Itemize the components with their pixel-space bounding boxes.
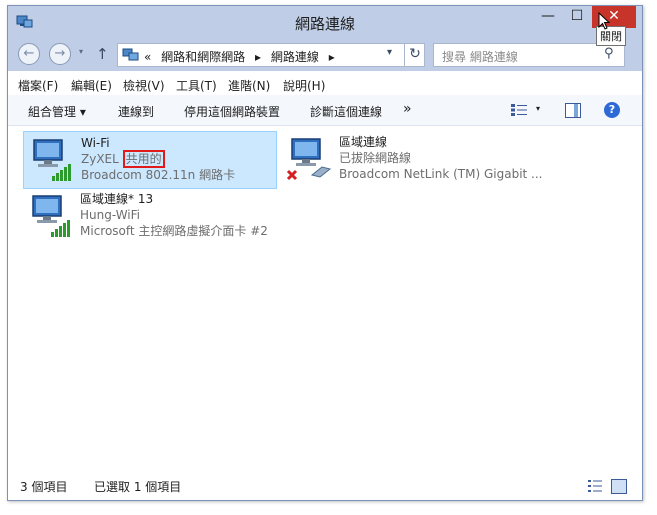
connections-list: Wi-Fi ZyXEL 共用的 Broadcom 802.11n 網路卡 區域連… — [8, 126, 642, 466]
diagnose-connection-button[interactable]: 診斷這個連線 — [310, 103, 382, 120]
menu-tools[interactable]: 工具(T) — [176, 77, 217, 94]
breadcrumb-network-internet[interactable]: 網路和網際網路 — [161, 50, 245, 64]
command-bar: 組合管理 ▾ 連線到 停用這個網路裝置 診斷這個連線 » ▾ ? — [8, 95, 642, 126]
title-bar[interactable]: 網路連線 — ☐ ✕ — [8, 6, 642, 37]
connection-item-local-area-13[interactable]: 區域連線* 13 Hung-WiFi Microsoft 主控網路虛擬介面卡 #… — [23, 188, 275, 244]
status-bar: 3 個項目 已選取 1 個項目 — [8, 471, 642, 500]
connection-status: ZyXEL 共用的 — [81, 150, 235, 168]
organize-button[interactable]: 組合管理 ▾ — [28, 103, 86, 120]
adapter-name: Broadcom 802.11n 網路卡 — [81, 168, 236, 182]
refresh-button[interactable]: ↻ — [404, 44, 425, 66]
breadcrumb: « 網路和網際網路 ▸ 網路連線 ▸ — [144, 48, 341, 65]
menu-bar: 檔案(F) 編輯(E) 檢視(V) 工具(T) 進階(N) 說明(H) — [8, 71, 642, 95]
mouse-cursor-icon — [598, 12, 610, 30]
connection-item-wifi[interactable]: Wi-Fi ZyXEL 共用的 Broadcom 802.11n 網路卡 — [23, 131, 277, 189]
menu-advanced[interactable]: 進階(N) — [228, 77, 270, 94]
help-icon[interactable]: ? — [604, 102, 620, 118]
menu-help[interactable]: 說明(H) — [283, 77, 325, 94]
change-view-icon[interactable] — [511, 104, 527, 116]
address-bar[interactable]: « 網路和網際網路 ▸ 網路連線 ▸ ▾ ↻ — [117, 43, 425, 67]
menu-view[interactable]: 檢視(V) — [123, 77, 165, 94]
forward-button[interactable]: → — [49, 43, 71, 65]
breadcrumb-overflow[interactable]: « — [144, 50, 151, 64]
disable-device-button[interactable]: 停用這個網路裝置 — [184, 103, 280, 120]
explorer-window: 網路連線 — ☐ ✕ ← → ▾ ↑ « 網路和網際網路 ▸ 網路連線 ▸ ▾ … — [7, 5, 643, 501]
connection-name: 區域連線* 13 — [80, 192, 154, 206]
adapter-name: Microsoft 主控網路虛擬介面卡 #2 — [80, 224, 268, 238]
selected-count: 已選取 1 個項目 — [94, 480, 182, 494]
ethernet-disconnected-icon — [286, 138, 332, 181]
connection-details: Wi-Fi ZyXEL 共用的 Broadcom 802.11n 網路卡 — [81, 135, 235, 183]
connection-details: 區域連線* 13 Hung-WiFi Microsoft 主控網路虛擬介面卡 #… — [80, 191, 268, 239]
search-input[interactable]: 搜尋 網路連線 ⚲ — [433, 43, 625, 67]
connection-status: Hung-WiFi — [80, 208, 140, 222]
view-options-dropdown-icon[interactable]: ▾ — [536, 104, 540, 113]
details-view-icon[interactable] — [588, 480, 602, 492]
virtual-wireless-connection-icon — [32, 195, 70, 237]
connection-status: 已拔除網路線 — [339, 151, 412, 165]
network-folder-icon — [122, 48, 139, 61]
search-placeholder: 搜尋 網路連線 — [442, 50, 518, 64]
connection-details: 區域連線 已拔除網路線 Broadcom NetLink (TM) Gigabi… — [339, 134, 543, 182]
back-button[interactable]: ← — [18, 43, 40, 65]
minimize-button[interactable]: — — [534, 6, 562, 28]
navigation-bar: ← → ▾ ↑ « 網路和網際網路 ▸ 網路連線 ▸ ▾ ↻ 搜尋 網路連線 ⚲ — [8, 37, 642, 71]
shared-status-highlight: 共用的 — [122, 150, 165, 168]
wireless-connection-icon — [33, 139, 71, 181]
connection-name: 區域連線 — [339, 135, 388, 149]
menu-file[interactable]: 檔案(F) — [18, 77, 58, 94]
connection-item-local-area[interactable]: 區域連線 已拔除網路線 Broadcom NetLink (TM) Gigabi… — [282, 131, 543, 187]
connect-to-button[interactable]: 連線到 — [118, 103, 154, 120]
connection-name: Wi-Fi — [81, 136, 110, 150]
breadcrumb-network-connections[interactable]: 網路連線 — [271, 50, 319, 64]
large-icons-view-icon[interactable] — [611, 479, 627, 494]
breadcrumb-separator-icon[interactable]: ▸ — [329, 50, 335, 64]
maximize-button[interactable]: ☐ — [563, 6, 591, 28]
item-count: 3 個項目 — [20, 480, 68, 494]
more-commands-button[interactable]: » — [403, 101, 412, 117]
recent-locations-dropdown-icon[interactable]: ▾ — [79, 47, 83, 56]
breadcrumb-separator-icon[interactable]: ▸ — [255, 50, 261, 64]
search-icon[interactable]: ⚲ — [604, 46, 614, 61]
adapter-name: Broadcom NetLink (TM) Gigabit ... — [339, 167, 543, 181]
preview-pane-icon[interactable] — [565, 103, 581, 118]
up-button[interactable]: ↑ — [96, 45, 109, 63]
menu-edit[interactable]: 編輯(E) — [71, 77, 112, 94]
network-name: ZyXEL — [81, 152, 119, 166]
address-dropdown-icon[interactable]: ▾ — [387, 47, 392, 58]
